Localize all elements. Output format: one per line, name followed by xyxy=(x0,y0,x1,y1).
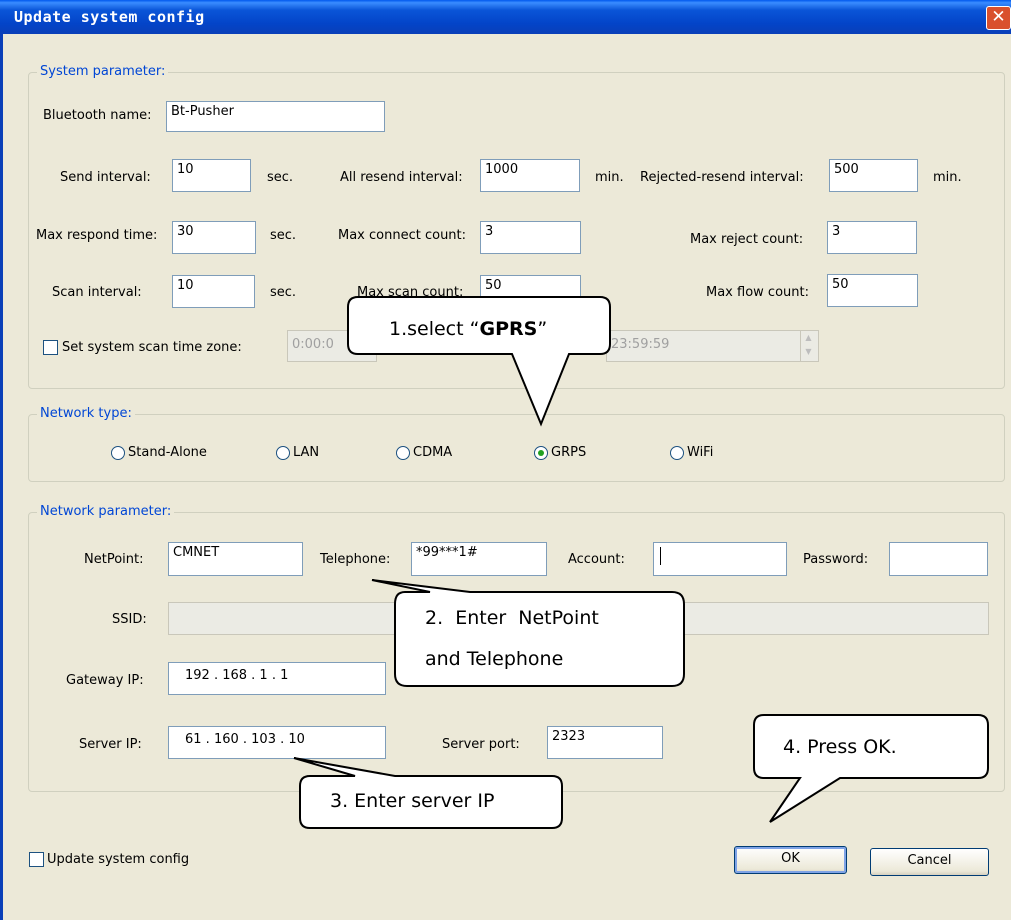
callout-3-text: 3. Enter server IP xyxy=(330,790,495,812)
callout-1-text: 1.select “GPRS” xyxy=(389,318,547,340)
callout-2-line1: 2. Enter NetPoint xyxy=(425,607,599,629)
callout-1-prefix: 1.select “ xyxy=(389,318,480,340)
callout-1-bubble xyxy=(347,296,611,427)
callout-shapes xyxy=(293,296,989,829)
callout-4-text: 4. Press OK. xyxy=(783,736,897,758)
callout-1-suffix: ” xyxy=(537,318,548,340)
callout-2-bubble xyxy=(371,579,685,687)
callout-4-bubble xyxy=(753,714,989,823)
callout-1-bold: GPRS xyxy=(479,318,538,340)
callout-2-line2: and Telephone xyxy=(425,648,564,670)
